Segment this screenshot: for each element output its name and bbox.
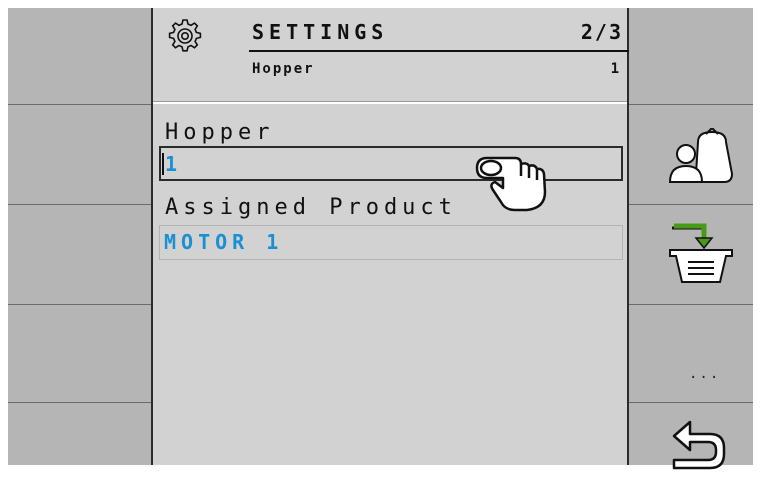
assigned-product-value: MOTOR 1 xyxy=(164,230,284,254)
hopper-value: 1 xyxy=(165,152,183,176)
page-title: SETTINGS xyxy=(252,20,389,44)
more-icon: ... xyxy=(689,366,721,382)
hopper-label: Hopper xyxy=(165,120,275,145)
hopper-assign-icon xyxy=(669,223,733,283)
header-bottom-divider xyxy=(153,101,627,104)
gear-icon xyxy=(168,19,202,52)
operator-product-icon xyxy=(668,128,734,183)
left-softkey-column xyxy=(8,8,154,465)
header-divider xyxy=(249,50,629,52)
settings-screen: SETTINGS 2/3 Hopper 1 Hopper 1 Assigned … xyxy=(151,8,629,465)
page-indicator: 2/3 xyxy=(580,20,623,44)
left-softkey-2[interactable] xyxy=(8,104,154,204)
back-icon xyxy=(672,420,726,470)
assigned-product-label: Assigned Product xyxy=(165,195,457,220)
assigned-product-field[interactable]: MOTOR 1 xyxy=(159,225,623,260)
touch-hand-icon xyxy=(475,156,547,212)
header-subtitle-value: 1 xyxy=(610,61,619,77)
settings-header: SETTINGS 2/3 Hopper 1 xyxy=(153,8,629,104)
left-softkey-5[interactable] xyxy=(8,402,154,502)
left-softkey-3[interactable] xyxy=(8,204,154,304)
left-softkey-4[interactable] xyxy=(8,304,154,404)
text-cursor xyxy=(162,153,164,175)
left-softkey-1[interactable] xyxy=(8,8,154,107)
hopper-input[interactable]: 1 xyxy=(159,146,623,181)
header-subtitle: Hopper xyxy=(252,61,315,77)
